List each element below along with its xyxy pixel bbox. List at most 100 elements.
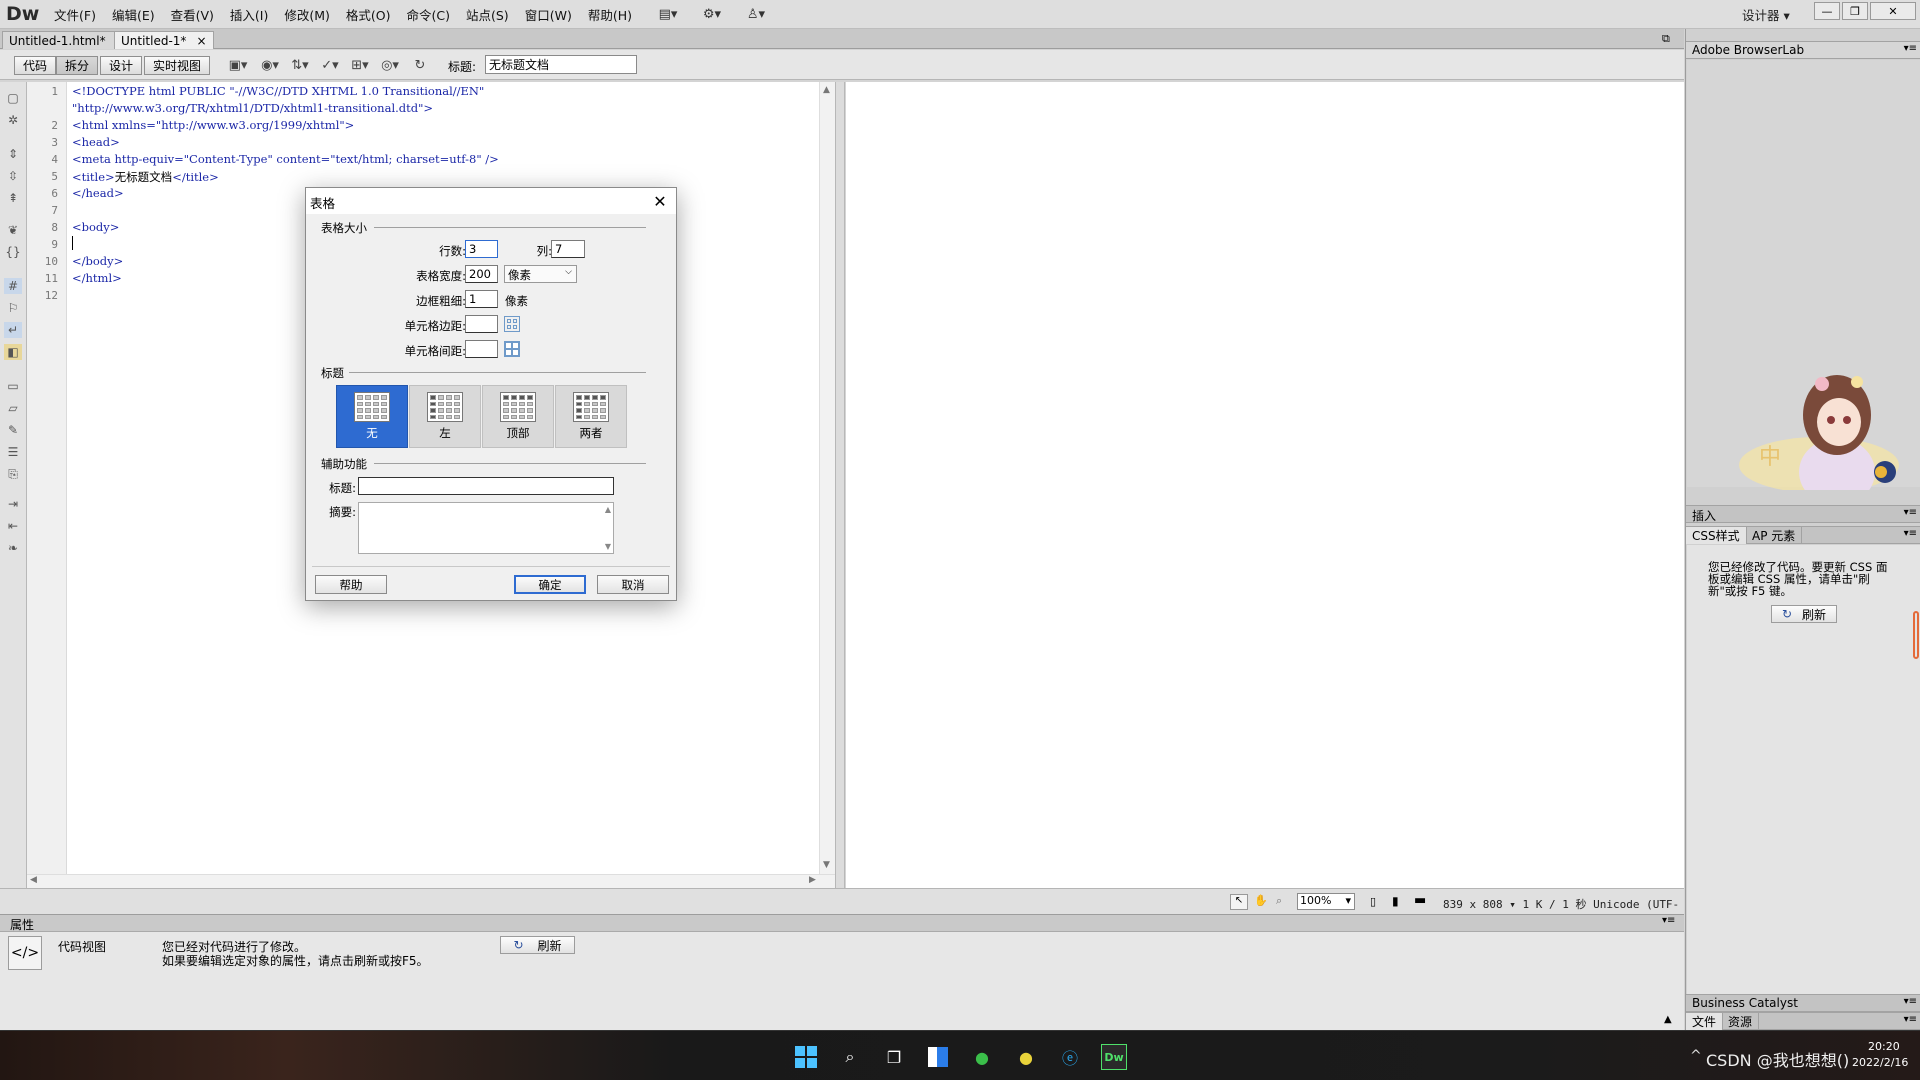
menu-file[interactable]: 文件(F) [46,5,104,24]
layout-icon[interactable]: ▤▾ [652,4,684,24]
scroll-indicator[interactable] [1913,611,1919,659]
menu-format[interactable]: 格式(O) [338,5,399,24]
window-size-desktop-icon[interactable]: ▬ [1414,893,1426,908]
edge-browser-icon[interactable]: ⓔ [1057,1044,1083,1070]
menu-insert[interactable]: 插入(I) [222,5,276,24]
panel-menu-icon[interactable]: ▾≡ [1904,507,1917,518]
balance-braces-icon[interactable]: {} [4,244,22,260]
design-view[interactable] [846,82,1684,888]
scroll-up-icon[interactable]: ▲ [823,85,830,95]
help-button[interactable]: 帮助 [315,575,387,594]
ok-button[interactable]: 确定 [514,575,586,594]
panel-menu-icon[interactable]: ▾≡ [1904,996,1917,1007]
properties-header[interactable]: 属性 ▾≡ [0,914,1684,932]
collapse-icon[interactable]: ▲ [1664,1014,1672,1025]
tab-untitled-1[interactable]: Untitled-1* × [114,31,214,49]
menu-help[interactable]: 帮助(H) [580,5,640,24]
refresh-button[interactable]: ↻ 刷新 [500,936,575,954]
format-source-icon[interactable]: ❧ [4,540,22,556]
remove-comment-icon[interactable]: ▱ [4,400,22,416]
collapse-selection-icon[interactable]: ⇳ [4,168,22,184]
search-icon[interactable]: ⌕ [837,1044,863,1070]
extend-icon[interactable]: ⚙▾ [696,4,728,24]
select-tool-icon[interactable]: ↖ [1230,894,1248,910]
scroll-right-icon[interactable]: ▶ [809,875,816,885]
panel-menu-icon[interactable]: ▾≡ [1662,915,1675,926]
view-split-button[interactable]: 拆分 [56,56,99,75]
tray-overflow-icon[interactable]: ^ [1690,1048,1702,1064]
tab-close-icon[interactable]: × [196,34,206,48]
menu-edit[interactable]: 编辑(E) [104,5,163,24]
cell-padding-input[interactable] [465,315,498,333]
scroll-down-icon[interactable]: ▼ [605,542,611,551]
wrap-tag-icon[interactable]: ✎ [4,422,22,438]
syntax-coloring-icon[interactable]: ◧ [4,344,22,360]
panel-menu-icon[interactable]: ▾≡ [1904,1014,1917,1025]
outdent-icon[interactable]: ⇤ [4,518,22,534]
window-size-mobile-icon[interactable]: ▯ [1370,895,1376,908]
cell-spacing-input[interactable] [465,340,498,358]
panel-menu-icon[interactable]: ▾≡ [1904,43,1917,54]
preview-browser-icon[interactable]: ◉▾ [258,56,282,74]
tab-css-styles[interactable]: CSS样式 [1686,527,1747,544]
scroll-left-icon[interactable]: ◀ [30,875,37,885]
panel-menu-icon[interactable]: ▾≡ [1904,528,1917,539]
hand-tool-icon[interactable]: ✋ [1254,894,1268,907]
open-documents-icon[interactable]: ▢ [4,90,22,106]
check-browser-icon[interactable]: ◎▾ [378,56,402,74]
menu-commands[interactable]: 命令(C) [399,5,458,24]
site-icon[interactable]: ♙▾ [740,4,772,24]
app-yellow-icon[interactable]: ● [1013,1044,1039,1070]
scroll-up-icon[interactable]: ▲ [605,505,611,514]
move-css-icon[interactable]: ⎘ [4,466,22,482]
restore-button[interactable]: ❐ [1842,2,1868,20]
clock-date[interactable]: 2022/2/16 [1852,1056,1908,1069]
code-horizontal-scrollbar[interactable]: ◀ ▶ [27,874,835,888]
show-code-navigator-icon[interactable]: ✲ [4,112,22,128]
header-top-option[interactable]: 顶部 [482,385,554,448]
refresh-icon[interactable]: ↻ [408,56,432,74]
view-design-button[interactable]: 设计 [100,56,143,75]
select-parent-tag-icon[interactable]: ❦ [4,222,22,238]
cancel-button[interactable]: 取消 [597,575,669,594]
apply-comment-icon[interactable]: ▭ [4,378,22,394]
close-window-button[interactable]: ✕ [1870,2,1916,20]
recent-snippets-icon[interactable]: ☰ [4,444,22,460]
restore-doc-icon[interactable]: ⧉ [1662,32,1670,46]
menu-site[interactable]: 站点(S) [458,5,517,24]
rows-input[interactable] [465,240,498,258]
scroll-down-icon[interactable]: ▼ [823,860,830,870]
file-management-icon[interactable]: ⇅▾ [288,56,312,74]
css-refresh-button[interactable]: ↻ 刷新 [1771,605,1837,623]
minimize-button[interactable]: — [1814,2,1840,20]
zoom-select[interactable]: 100% ▾ [1297,893,1355,910]
view-code-button[interactable]: 代码 [14,56,57,75]
table-width-input[interactable] [465,265,498,283]
highlight-invalid-icon[interactable]: ⚐ [4,300,22,316]
browserlab-panel-header[interactable]: Adobe BrowserLab ▾≡ [1686,41,1920,59]
summary-textarea[interactable]: ▲ ▼ [358,502,614,554]
menu-window[interactable]: 窗口(W) [517,5,580,24]
clock-time[interactable]: 20:20 [1868,1040,1900,1053]
window-size-readout[interactable]: 839 x 808 [1443,898,1503,911]
business-catalyst-header[interactable]: Business Catalyst ▾≡ [1686,994,1920,1012]
cols-input[interactable] [551,240,585,258]
header-both-option[interactable]: 两者 [555,385,627,448]
header-left-option[interactable]: 左 [409,385,481,448]
workspace-switcher[interactable]: 设计器 ▾ [1742,5,1790,24]
zoom-tool-icon[interactable]: ⌕ [1276,894,1282,908]
border-input[interactable] [465,290,498,308]
menu-modify[interactable]: 修改(M) [276,5,338,24]
document-title-input[interactable] [485,55,637,74]
task-view-icon[interactable]: ❐ [881,1044,907,1070]
word-wrap-icon[interactable]: ↵ [4,322,22,338]
expand-all-icon[interactable]: ⇞ [4,190,22,206]
tab-files[interactable]: 文件 [1686,1013,1724,1030]
collapse-tag-icon[interactable]: ⇕ [4,146,22,162]
header-none-option[interactable]: 无 [336,385,408,448]
code-vertical-scrollbar[interactable]: ▲ ▼ [819,82,835,874]
window-size-tablet-icon[interactable]: ▮ [1392,894,1399,908]
insert-panel-header[interactable]: 插入 ▾≡ [1686,505,1920,523]
view-live-button[interactable]: 实时视图 [144,56,211,75]
w3c-validation-icon[interactable]: ✓▾ [318,56,342,74]
